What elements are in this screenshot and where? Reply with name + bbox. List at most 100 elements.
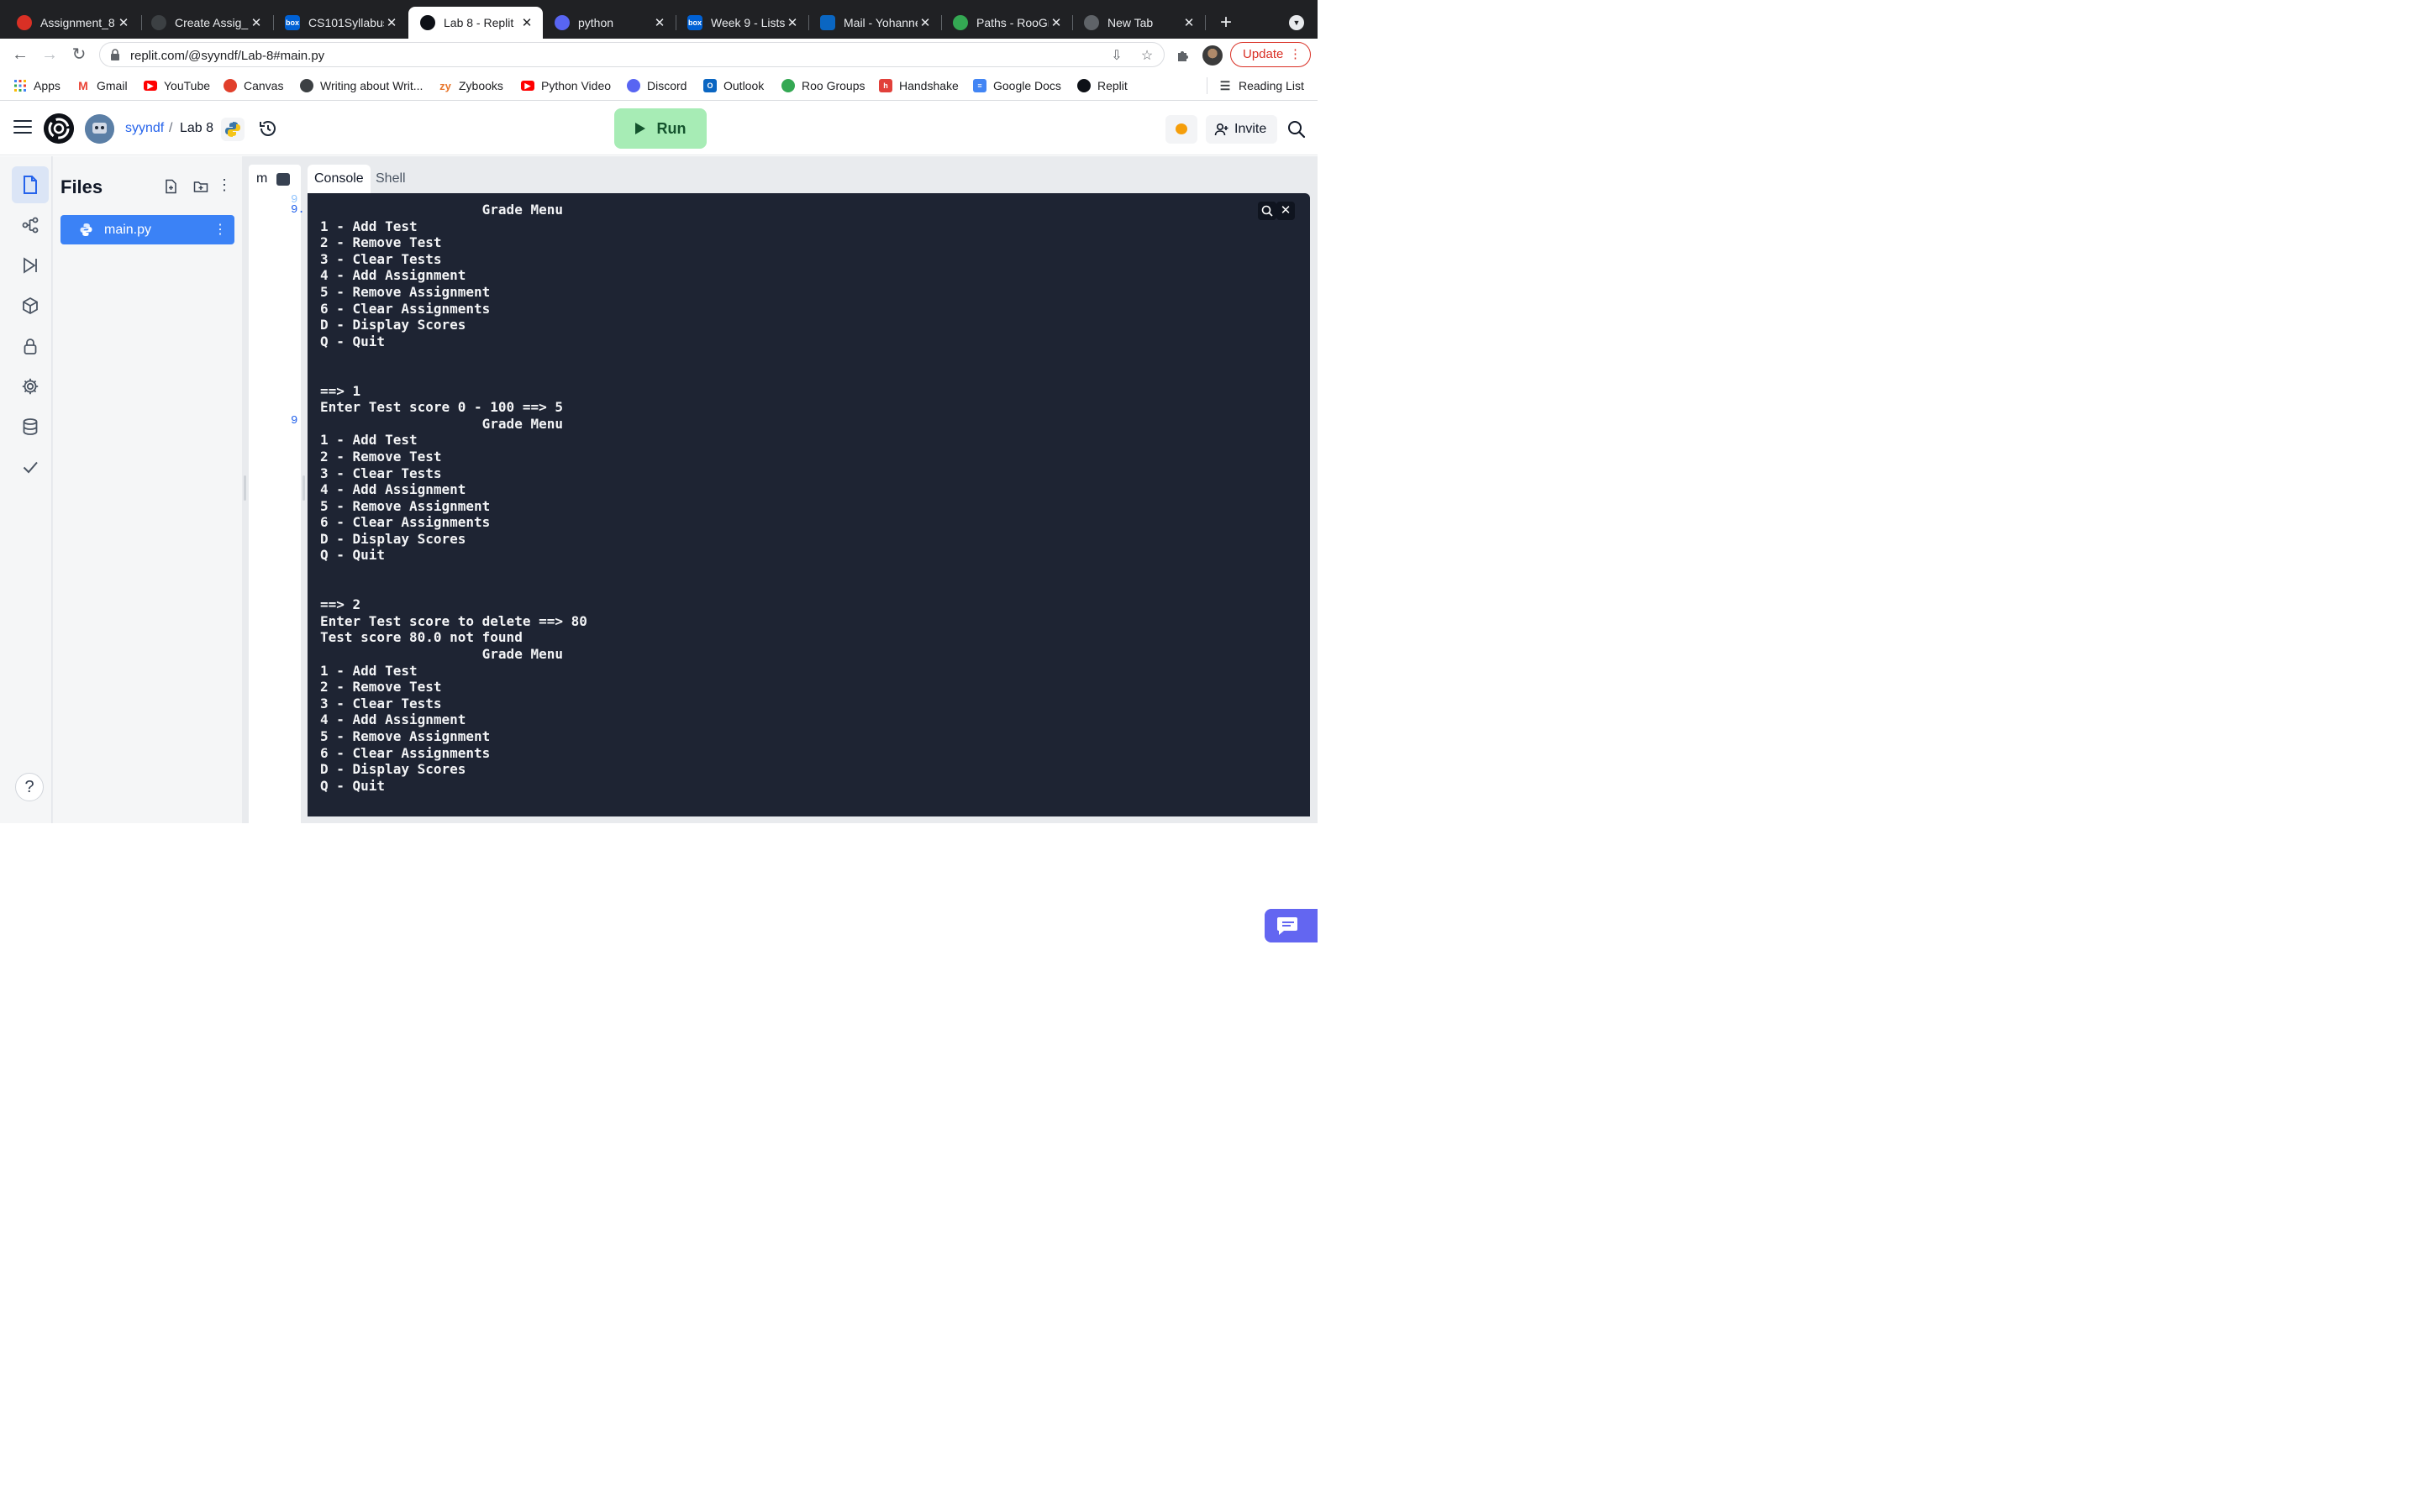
packages-button[interactable]	[12, 287, 49, 324]
editor-tab-options-icon[interactable]	[276, 173, 290, 186]
console-line: Grade Menu	[320, 646, 563, 663]
bookmark-python-video[interactable]: ▶ Python Video	[521, 78, 611, 93]
package-box-icon	[23, 297, 38, 315]
user-avatar[interactable]	[85, 114, 114, 144]
debugger-button[interactable]	[12, 247, 49, 284]
browser-tab[interactable]: New Tab ✕	[1072, 7, 1205, 39]
console-line: Test score 80.0 not found	[320, 629, 523, 646]
console-text: Grade Menu 1 - Add Test 2 - Remove Test 3 -…	[320, 202, 587, 794]
browser-tab[interactable]: Create Assig_l ✕	[139, 7, 272, 39]
browser-tab[interactable]: Assignment_8 ✕	[5, 7, 139, 39]
panel-resize-handle[interactable]	[302, 475, 305, 501]
console-search-icon[interactable]	[1258, 202, 1276, 220]
browser-tab[interactable]: Paths - RooGr ✕	[941, 7, 1072, 39]
new-tab-button[interactable]: +	[1215, 12, 1237, 34]
reload-icon[interactable]: ↻	[68, 44, 90, 66]
extensions-puzzle-icon[interactable]	[1175, 47, 1192, 64]
console-line: 6 - Clear Assignments	[320, 514, 491, 531]
console-line: D - Display Scores	[320, 317, 466, 333]
bookmark-handshake[interactable]: h Handshake	[879, 78, 959, 93]
bookmark-apps[interactable]: Apps	[13, 78, 60, 93]
replit-logo-icon[interactable]	[44, 113, 74, 144]
file-item-main-py[interactable]: main.py ⋮	[60, 215, 234, 244]
forward-arrow-icon[interactable]: →	[39, 44, 60, 66]
search-icon[interactable]	[1287, 120, 1306, 139]
bookmark-label: Gmail	[97, 79, 128, 92]
console-line: Grade Menu	[320, 202, 563, 218]
version-control-button[interactable]	[12, 207, 49, 244]
tab-close-icon[interactable]: ✕	[249, 15, 264, 30]
history-icon[interactable]	[258, 118, 278, 139]
python-file-icon	[80, 223, 92, 236]
files-more-icon[interactable]: ⋮	[217, 176, 232, 193]
bookmark-writing[interactable]: Writing about Writ...	[300, 78, 423, 93]
python-language-icon[interactable]	[221, 118, 245, 141]
lock-icon	[24, 339, 37, 354]
help-button[interactable]: ?	[15, 773, 44, 801]
bookmark-outlook[interactable]: O Outlook	[703, 78, 764, 93]
bookmark-label: Google Docs	[993, 79, 1061, 92]
tab-search-chevron-icon[interactable]: ▼	[1289, 15, 1304, 30]
bookmark-canvas[interactable]: Canvas	[224, 78, 283, 93]
url-text[interactable]: replit.com/@syyndf/Lab-8#main.py	[130, 49, 324, 63]
feedback-chat-icon[interactable]	[1265, 909, 1318, 942]
pumpkin-icon[interactable]	[1165, 115, 1197, 144]
secrets-button[interactable]	[12, 328, 49, 365]
tab-close-icon[interactable]: ✕	[652, 15, 667, 30]
update-button[interactable]: Update ⋮	[1230, 42, 1311, 67]
back-arrow-icon[interactable]: ←	[9, 44, 31, 66]
tab-shell[interactable]: Shell	[369, 165, 413, 193]
install-app-icon[interactable]: ⇩	[1108, 47, 1125, 64]
repl-name[interactable]: Lab 8	[180, 121, 213, 136]
browser-tab[interactable]: box Week 9 - Lists ✕	[676, 7, 808, 39]
invite-button[interactable]: Invite	[1206, 115, 1277, 144]
database-button[interactable]	[12, 408, 49, 445]
run-button[interactable]: Run	[614, 108, 707, 149]
browser-tab-active[interactable]: Lab 8 - Replit ✕	[408, 7, 543, 39]
settings-button[interactable]	[12, 368, 49, 405]
tab-title: Create Assig_l	[175, 16, 249, 29]
repl-owner-link[interactable]: syyndf	[125, 121, 164, 136]
more-menu-icon: ⋮	[1289, 47, 1302, 61]
editor-tab-main-py[interactable]: m	[256, 171, 267, 186]
file-more-icon[interactable]: ⋮	[213, 215, 227, 244]
profile-avatar[interactable]	[1202, 45, 1223, 66]
tab-close-icon[interactable]: ✕	[116, 15, 131, 30]
unit-tests-button[interactable]	[12, 449, 49, 486]
panel-resize-handle[interactable]	[244, 475, 246, 501]
bookmark-discord[interactable]: Discord	[627, 78, 687, 93]
console-output[interactable]: Grade Menu 1 - Add Test 2 - Remove Test 3 -…	[308, 193, 1310, 816]
youtube-icon: ▶	[521, 81, 534, 91]
bookmark-google-docs[interactable]: ≡ Google Docs	[973, 78, 1061, 93]
roo-icon	[781, 79, 795, 92]
tab-close-icon[interactable]: ✕	[384, 15, 399, 30]
tab-title: Assignment_8	[40, 16, 115, 29]
menu-hamburger-icon[interactable]	[13, 120, 32, 135]
tab-close-icon[interactable]: ✕	[519, 15, 534, 30]
browser-tab[interactable]: Mail - Yohanne ✕	[808, 7, 941, 39]
browser-tab[interactable]: box CS101Syllabus ✕	[273, 7, 408, 39]
tab-close-icon[interactable]: ✕	[1049, 15, 1064, 30]
tab-close-icon[interactable]: ✕	[1181, 15, 1197, 30]
bookmark-star-icon[interactable]: ☆	[1139, 47, 1155, 64]
bookmark-zybooks[interactable]: zy Zybooks	[439, 78, 503, 93]
lock-icon[interactable]	[110, 49, 120, 60]
reading-list-button[interactable]: ☰ Reading List	[1218, 78, 1304, 93]
box-favicon-icon: box	[285, 15, 300, 30]
new-folder-icon[interactable]	[193, 179, 208, 194]
bookmark-youtube[interactable]: ▶ YouTube	[144, 78, 210, 93]
console-line: 2 - Remove Test	[320, 234, 442, 251]
browser-tab[interactable]: python ✕	[543, 7, 676, 39]
bookmark-replit[interactable]: Replit	[1077, 78, 1128, 93]
workspace: ? Files ⋮ main.py ⋮ m 9 9. 9 Console She…	[0, 156, 1318, 942]
address-bar[interactable]: replit.com/@syyndf/Lab-8#main.py ⇩ ☆	[99, 42, 1165, 67]
new-file-icon[interactable]	[164, 179, 179, 194]
files-tool-button[interactable]	[12, 166, 49, 203]
tab-console[interactable]: Console	[308, 165, 371, 193]
tab-close-icon[interactable]: ✕	[918, 15, 933, 30]
console-close-icon[interactable]: ✕	[1276, 202, 1295, 220]
bookmark-roo-groups[interactable]: Roo Groups	[781, 78, 865, 93]
tab-close-icon[interactable]: ✕	[785, 15, 800, 30]
bookmark-gmail[interactable]: M Gmail	[76, 78, 128, 93]
